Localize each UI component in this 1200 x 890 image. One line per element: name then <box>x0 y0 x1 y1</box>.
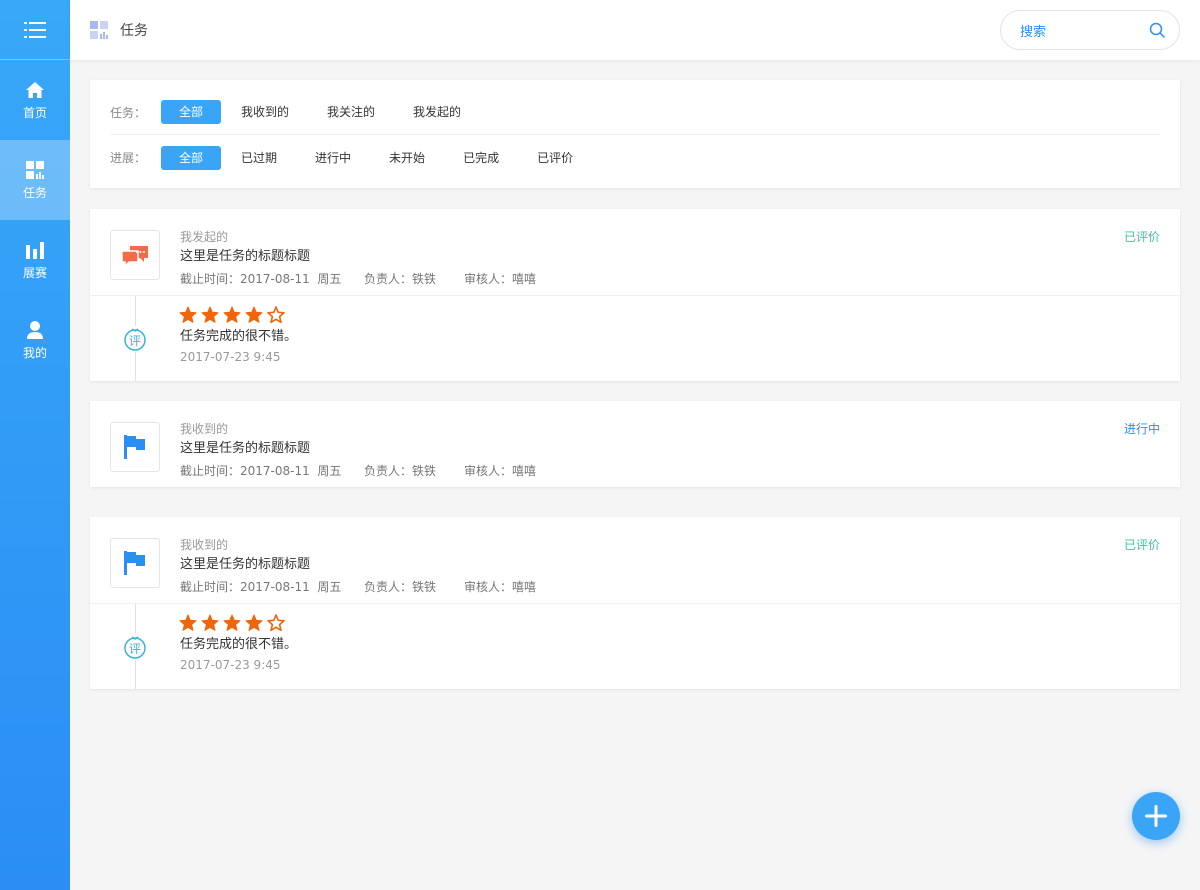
review-badge-icon: 评 <box>123 326 147 352</box>
task-card[interactable]: 我发起的 这里是任务的标题标题 截止时间：2017-08-11 周五 负责人：铁… <box>90 209 1180 381</box>
task-owner: 负责人：铁铁 <box>364 580 437 594</box>
task-card[interactable]: 我收到的 这里是任务的标题标题 截止时间：2017-08-11 周五 负责人：铁… <box>90 401 1180 487</box>
star-filled-icon <box>223 306 241 323</box>
sidebar-item-mine[interactable]: 我的 <box>0 300 70 380</box>
progress-filter-label: 进展： <box>110 151 147 165</box>
task-type-icon-box <box>110 422 160 472</box>
task-reviewer: 审核人：嘻嘻 <box>464 272 537 286</box>
sidebar-item-label: 首页 <box>22 106 47 120</box>
star-filled-icon <box>179 614 197 631</box>
task-title[interactable]: 这里是任务的标题标题 <box>180 557 310 573</box>
task-reviewer: 审核人：嘻嘻 <box>464 580 537 594</box>
menu-toggle[interactable] <box>0 0 70 60</box>
review-text: 任务完成的很不错。 <box>180 637 298 652</box>
page-title: 任务 <box>120 23 148 39</box>
task-deadline: 截止时间：2017-08-11 周五 <box>180 272 342 286</box>
star-filled-icon <box>245 614 263 631</box>
bar-chart-icon <box>26 242 44 259</box>
task-reviewer: 审核人：嘻嘻 <box>464 464 537 478</box>
chat-bubbles-icon <box>121 246 148 267</box>
task-status: 已评价 <box>1123 230 1160 244</box>
review-date: 2017-07-23 9:45 <box>180 350 281 364</box>
task-deadline: 截止时间：2017-08-11 周五 <box>180 580 342 594</box>
sidebar-item-tasks[interactable]: 任务 <box>0 140 70 220</box>
svg-text:评: 评 <box>129 334 141 348</box>
review-date: 2017-07-23 9:45 <box>180 658 281 672</box>
task-type-icon-box <box>110 230 160 280</box>
progress-filter-reviewed[interactable]: 已评价 <box>519 146 591 170</box>
star-empty-icon <box>267 614 285 632</box>
svg-text:评: 评 <box>129 642 141 656</box>
star-filled-icon <box>245 306 263 323</box>
progress-filter-all[interactable]: 全部 <box>161 145 222 170</box>
flag-icon <box>124 551 145 575</box>
task-status: 已评价 <box>1123 538 1160 552</box>
task-filter-initiated[interactable]: 我发起的 <box>395 100 479 124</box>
progress-filter-completed[interactable]: 已完成 <box>445 146 517 170</box>
plus-icon <box>1145 805 1167 827</box>
star-empty-icon <box>267 306 285 324</box>
task-review: 评 任务完成的很不错。 2017-07-23 9:45 <box>90 295 1180 381</box>
user-icon <box>27 321 43 339</box>
star-filled-icon <box>201 306 219 323</box>
sidebar-item-exhibition[interactable]: 展赛 <box>0 220 70 300</box>
dashboard-icon <box>90 21 108 39</box>
rating-stars <box>179 614 285 632</box>
search-box[interactable]: 搜索 <box>1000 10 1180 50</box>
sidebar-item-home[interactable]: 首页 <box>0 60 70 140</box>
task-filter-all[interactable]: 全部 <box>161 100 222 124</box>
star-filled-icon <box>201 614 219 631</box>
home-icon <box>26 82 44 98</box>
add-task-button[interactable] <box>1132 792 1180 840</box>
task-owner: 负责人：铁铁 <box>364 464 437 478</box>
review-badge-icon: 评 <box>123 634 147 660</box>
task-filter-row: 任务： 全部 我收到的 我关注的 我发起的 <box>110 90 1160 135</box>
top-header: 任务 搜索 <box>70 0 1200 60</box>
sidebar-item-label: 我的 <box>22 346 47 360</box>
search-icon[interactable] <box>1149 22 1165 38</box>
task-filter-received[interactable]: 我收到的 <box>223 100 307 124</box>
progress-filter-expired[interactable]: 已过期 <box>223 146 295 170</box>
sidebar-item-label: 任务 <box>22 186 47 200</box>
progress-filter-in-progress[interactable]: 进行中 <box>297 146 369 170</box>
flag-icon <box>124 435 145 459</box>
dashboard-icon <box>26 161 44 179</box>
review-text: 任务完成的很不错。 <box>180 329 298 344</box>
task-filter-followed[interactable]: 我关注的 <box>309 100 393 124</box>
progress-filter-not-started[interactable]: 未开始 <box>371 146 443 170</box>
task-deadline: 截止时间：2017-08-11 周五 <box>180 464 342 478</box>
progress-filter-row: 进展： 全部 已过期 进行中 未开始 已完成 已评价 <box>110 135 1160 180</box>
menu-icon[interactable] <box>24 21 46 39</box>
task-category: 我发起的 <box>180 230 229 244</box>
search-input[interactable]: 搜索 <box>1020 21 1149 40</box>
task-owner: 负责人：铁铁 <box>364 272 437 286</box>
task-filter-label: 任务： <box>110 105 147 120</box>
task-status: 进行中 <box>1123 422 1160 436</box>
task-category: 我收到的 <box>180 422 229 436</box>
task-review: 评 任务完成的很不错。 2017-07-23 9:45 <box>90 603 1180 689</box>
task-title[interactable]: 这里是任务的标题标题 <box>180 249 310 265</box>
star-filled-icon <box>179 306 197 323</box>
task-category: 我收到的 <box>180 538 229 552</box>
filter-panel: 任务： 全部 我收到的 我关注的 我发起的 进展： 全部 已过期 进行中 未开始… <box>90 80 1180 188</box>
task-type-icon-box <box>110 538 160 588</box>
rating-stars <box>179 306 285 324</box>
star-filled-icon <box>223 614 241 631</box>
task-title[interactable]: 这里是任务的标题标题 <box>180 441 310 457</box>
task-card[interactable]: 我收到的 这里是任务的标题标题 截止时间：2017-08-11 周五 负责人：铁… <box>90 517 1180 689</box>
sidebar: 首页 任务 展赛 我的 <box>0 0 70 890</box>
sidebar-item-label: 展赛 <box>22 266 47 280</box>
